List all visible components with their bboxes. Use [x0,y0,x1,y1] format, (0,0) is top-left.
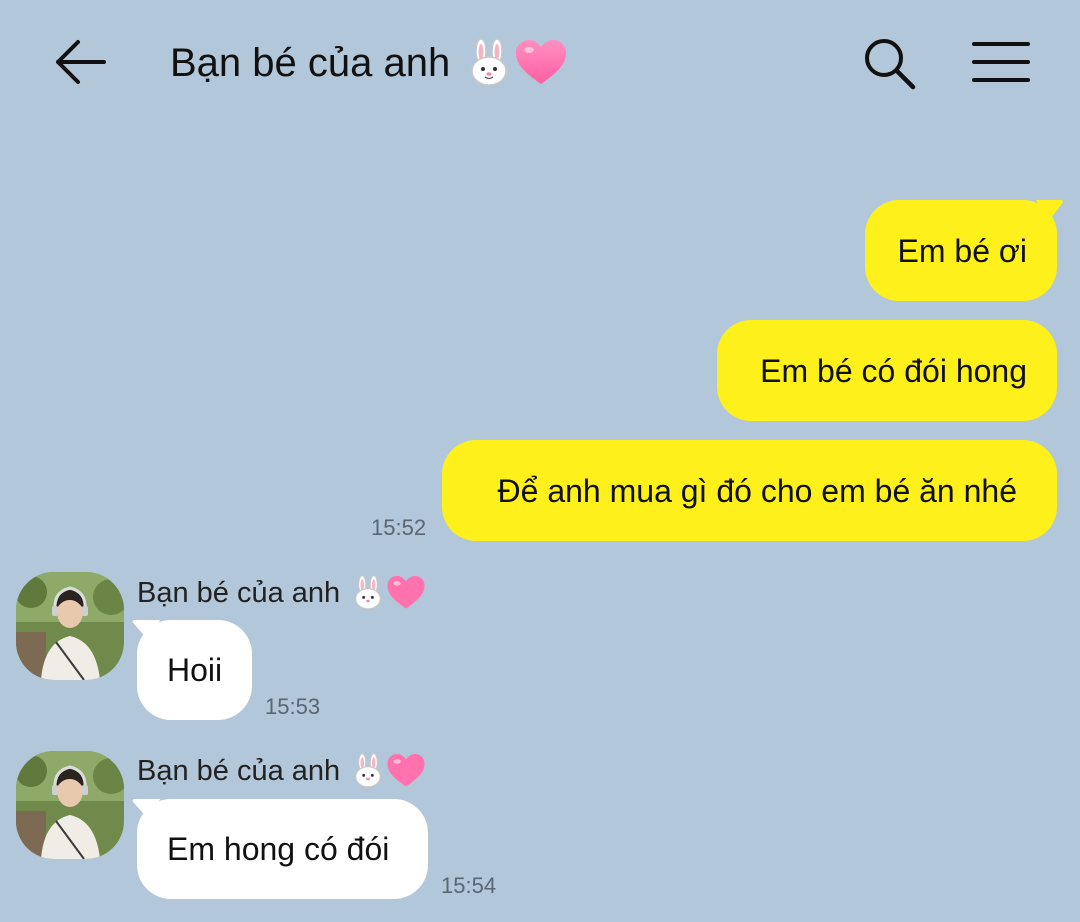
chat-header: Bạn bé của anh [0,0,1080,125]
rabbit-face-icon [355,753,381,788]
message-time: 15:54 [441,873,497,898]
title-emojis [464,38,568,88]
sender-name: Bạn bé của anh [137,752,426,790]
menu-button[interactable] [970,38,1032,86]
message-text: Em bé có đói hong [760,352,1027,389]
arrow-left-icon [56,40,106,84]
message-text: Em hong có đói [167,831,390,867]
avatar-photo [16,572,124,680]
message-time: 15:52 [371,515,427,540]
rabbit-face-icon [355,575,381,610]
search-icon [865,39,916,90]
message-text: Để anh mua gì đó cho em bé ăn nhé [497,472,1017,509]
incoming-message[interactable]: Hoii [137,620,252,720]
chat-title-text: Bạn bé của anh [170,40,451,85]
contact-avatar[interactable] [16,572,124,680]
message-text: Hoii [167,652,223,688]
message-text: Em bé ơi [897,232,1027,269]
sender-emojis [350,574,426,612]
sender-emojis [350,752,426,790]
hamburger-menu-icon [972,42,1030,82]
message-time: 15:53 [265,694,321,719]
pink-heart-icon [387,575,425,609]
bubble-tail [1036,200,1063,222]
sender-name: Bạn bé của anh [137,574,426,612]
sender-name-text: Bạn bé của anh [137,754,341,787]
incoming-message[interactable]: Em hong có đói [137,799,428,899]
back-button[interactable] [52,36,108,88]
chat-title: Bạn bé của anh [170,36,568,90]
sender-name-text: Bạn bé của anh [137,576,341,609]
outgoing-message[interactable]: Em bé có đói hong [717,320,1057,421]
search-button[interactable] [860,34,918,92]
pink-heart-icon [387,753,425,787]
avatar-photo [16,751,124,859]
rabbit-face-icon [471,38,507,86]
pink-heart-icon [516,40,567,84]
contact-avatar[interactable] [16,751,124,859]
outgoing-message[interactable]: Để anh mua gì đó cho em bé ăn nhé [442,440,1057,541]
outgoing-message[interactable]: Em bé ơi [865,200,1057,301]
